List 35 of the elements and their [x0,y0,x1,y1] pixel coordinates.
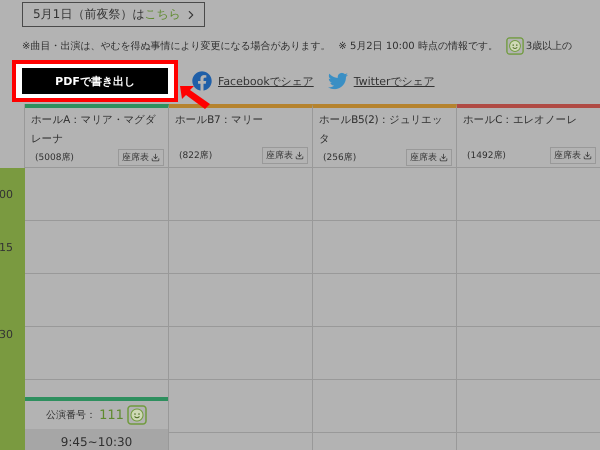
seat-count: (822席) [178,150,212,162]
pdf-export-button[interactable]: PDFで書き出し [22,68,168,94]
download-icon [151,153,160,162]
time-label: 00 [0,188,13,201]
note-text: ※ 5月2日 10:00 時点の情報です。 [338,40,498,53]
performance-time: 9:45~10:30 [25,429,168,450]
hall-name: ホールC：エレオノーレ [463,113,578,128]
download-icon [439,153,448,162]
performance-number-label: 公演番号： [46,408,96,422]
pointer-arrow [178,84,212,110]
smiley-icon [126,405,147,425]
performance-number: 111 [99,408,124,422]
hall-name: ホールB7：マリー [175,113,264,128]
seat-map-button[interactable]: 座席表 [406,149,452,166]
smiley-icon [506,37,524,55]
seat-map-button[interactable]: 座席表 [262,147,308,164]
facebook-icon [192,71,212,91]
performance-block[interactable]: 公演番号： 111 9:45~10:30 [25,397,168,450]
share-link[interactable]: Facebookでシェア [192,71,314,91]
hall-name: ホールA：マリア・マグダレーナ [31,113,157,147]
note-text: ※曲目・出演は、やむを得ぬ事情により変更になる場合があります。 [22,40,330,53]
time-label: 15 [0,241,13,254]
time-label: 30 [0,328,13,341]
eve-link[interactable]: 5月1日（前夜祭）は こちら [22,2,206,27]
seat-count: (256席) [322,152,356,164]
note-text: 3歳以上の [526,40,572,53]
share-link[interactable]: Twitterでシェア [328,71,435,91]
download-icon [583,151,592,160]
twitter-icon [328,71,348,91]
seat-count: (5008席) [34,152,74,164]
hall-name: ホールB5(2)：ジュリエッタ [319,113,444,147]
seat-map-button[interactable]: 座席表 [118,149,164,166]
seat-count: (1492席) [466,150,506,162]
seat-map-button[interactable]: 座席表 [550,147,596,164]
download-icon [295,151,304,160]
